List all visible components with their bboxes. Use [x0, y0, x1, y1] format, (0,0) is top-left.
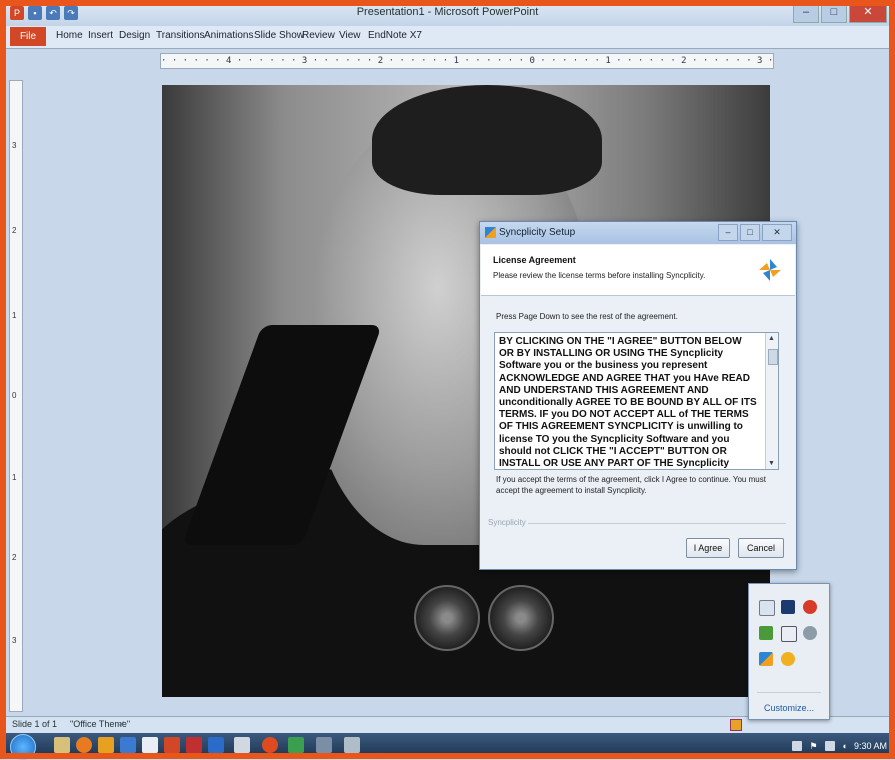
- cancel-button[interactable]: Cancel: [738, 538, 784, 558]
- ie-icon[interactable]: [208, 737, 224, 753]
- tab-file[interactable]: File: [10, 27, 46, 46]
- syncplicity-setup-dialog: Syncplicity Setup – □ ✕ License Agreemen…: [479, 221, 797, 570]
- powerpoint-taskbar-icon[interactable]: [164, 737, 180, 753]
- dialog-close-button[interactable]: ✕: [762, 224, 792, 241]
- network-icon[interactable]: [824, 741, 835, 751]
- horizontal-ruler: · · · · · · 4 · · · · · · 3 · · · · · · …: [160, 53, 774, 69]
- slide-counter: Slide 1 of 1: [12, 719, 58, 729]
- window-title: Presentation1 - Microsoft PowerPoint: [356, 6, 539, 18]
- dialog-instruction: Press Page Down to see the rest of the a…: [496, 312, 678, 321]
- tray-syncplicity-icon[interactable]: [759, 652, 773, 666]
- tab-design[interactable]: Design: [119, 30, 150, 41]
- scrollbar-thumb[interactable]: [768, 349, 778, 365]
- ribbon-tabs: File Home Insert Design Transitions Anim…: [6, 26, 889, 49]
- slide-photo-brooch-left: [414, 585, 480, 651]
- tab-review[interactable]: Review: [302, 30, 335, 41]
- slide-photo-hair: [372, 85, 602, 195]
- tab-view[interactable]: View: [339, 30, 361, 41]
- vertical-ruler: 3 2 1 0 1 2 3: [9, 80, 23, 712]
- action-center-flag-icon[interactable]: ⚑: [809, 741, 817, 752]
- license-text: BY CLICKING ON THE "I AGREE" BUTTON BELO…: [499, 336, 757, 470]
- tray-app-icon[interactable]: [781, 626, 797, 642]
- firefox-icon[interactable]: [76, 737, 92, 753]
- tab-slide-show[interactable]: Slide Show: [254, 30, 304, 41]
- ruler-tick: 3: [12, 636, 17, 645]
- volume-icon[interactable]: ◖: [842, 741, 847, 751]
- tab-endnote[interactable]: EndNote X7: [368, 30, 422, 41]
- app-icon-9[interactable]: [234, 737, 250, 753]
- tray-yellow-icon[interactable]: [781, 652, 795, 666]
- ruler-tick: 1: [12, 473, 17, 482]
- syncplicity-icon: [485, 227, 496, 238]
- ruler-tick: 0: [12, 391, 17, 400]
- explorer-icon[interactable]: [54, 737, 70, 753]
- app-icon-12[interactable]: [316, 737, 332, 753]
- syncplicity-logo-icon: [759, 259, 781, 281]
- chrome-icon[interactable]: [262, 737, 278, 753]
- app-icon-3[interactable]: [98, 737, 114, 753]
- scroll-up-icon[interactable]: ▲: [768, 335, 775, 342]
- i-agree-button[interactable]: I Agree: [686, 538, 730, 558]
- customize-link[interactable]: Customize...: [749, 703, 829, 713]
- window-controls: – □ ✕: [793, 3, 887, 23]
- tray-red-icon[interactable]: [803, 600, 817, 614]
- ruler-tick: 1: [12, 311, 17, 320]
- maximize-button[interactable]: □: [821, 3, 847, 23]
- tab-transitions[interactable]: Transitions: [156, 30, 205, 41]
- taskbar: ⚑ ◖ 9:30 AM: [0, 733, 895, 760]
- spellcheck-icon[interactable]: ✓: [118, 719, 126, 730]
- word-icon[interactable]: [120, 737, 136, 753]
- acrobat-icon[interactable]: [186, 737, 202, 753]
- dialog-subheading: Please review the license terms before i…: [493, 271, 706, 280]
- fit-slide-icon[interactable]: [730, 719, 742, 731]
- dialog-heading: License Agreement: [493, 255, 576, 265]
- system-tray: ⚑ ◖ 9:30 AM: [792, 733, 887, 759]
- app-icon-11[interactable]: [288, 737, 304, 753]
- tray-security-icon[interactable]: [781, 600, 795, 614]
- start-button[interactable]: [10, 734, 36, 760]
- dialog-brand: Syncplicity: [488, 518, 526, 527]
- app-icon-13[interactable]: [344, 737, 360, 753]
- dialog-minimize-button[interactable]: –: [718, 224, 738, 241]
- ruler-tick: 2: [12, 226, 17, 235]
- tray-overflow-popup: Customize...: [748, 583, 830, 720]
- tab-animations[interactable]: Animations: [204, 30, 253, 41]
- license-scrollbar[interactable]: ▲ ▼: [765, 333, 778, 469]
- app-icon-5[interactable]: [142, 737, 158, 753]
- tab-home[interactable]: Home: [56, 30, 83, 41]
- tray-user-icon[interactable]: [759, 600, 775, 616]
- ruler-tick: 2: [12, 553, 17, 562]
- tray-network-icon[interactable]: [803, 626, 817, 640]
- dialog-header: License Agreement Please review the lice…: [481, 245, 795, 296]
- slide-photo-brooch-right: [488, 585, 554, 651]
- minimize-button[interactable]: –: [793, 3, 819, 23]
- license-textbox[interactable]: BY CLICKING ON THE "I AGREE" BUTTON BELO…: [494, 332, 779, 470]
- dialog-footer-text: If you accept the terms of the agreement…: [496, 475, 766, 495]
- dialog-divider: [528, 523, 786, 524]
- scroll-down-icon[interactable]: ▼: [768, 460, 775, 467]
- ruler-tick: 3: [12, 141, 17, 150]
- tab-insert[interactable]: Insert: [88, 30, 113, 41]
- dialog-title: Syncplicity Setup: [499, 227, 576, 238]
- tray-green-icon[interactable]: [759, 626, 773, 640]
- popup-divider: [757, 692, 821, 693]
- clock[interactable]: 9:30 AM: [854, 741, 887, 751]
- dialog-maximize-button[interactable]: □: [740, 224, 760, 241]
- close-button[interactable]: ✕: [849, 3, 887, 23]
- tray-show-hidden-icon[interactable]: [792, 741, 803, 751]
- dialog-title-bar: Syncplicity Setup – □ ✕: [480, 222, 796, 244]
- title-bar: P ▪ ↶ ↷ Presentation1 - Microsoft PowerP…: [0, 0, 895, 26]
